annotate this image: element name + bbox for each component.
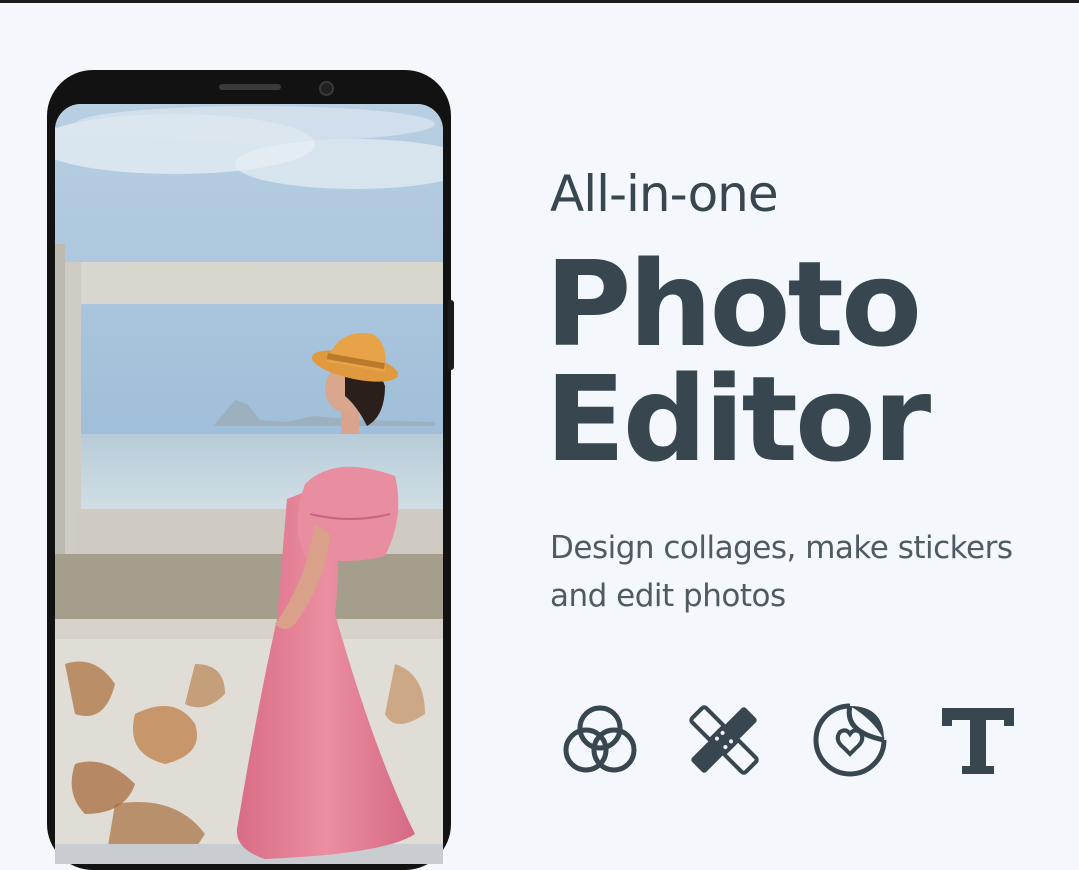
phone-camera [319,81,334,96]
title-line-photo: Photo [545,235,922,373]
title-line-editor: Editor [545,350,931,488]
subtitle-line-2: and edit photos [550,578,786,614]
sticker-heart-icon [813,703,887,777]
woman-in-pink-dress-photo [55,104,443,864]
phone-mockup [47,70,451,870]
phone-side-button [448,300,454,370]
text-t-icon [942,708,1014,774]
subtitle: Design collages, make stickers and edit … [550,524,1020,620]
top-border [0,0,1079,3]
phone-screen [55,104,443,864]
bandage-heal-icon [689,705,759,775]
phone-speaker [219,84,281,90]
tagline: All-in-one [550,165,779,223]
subtitle-line-1: Design collages, make stickers [550,530,1013,566]
feature-icons [560,700,1020,780]
overlapping-circles-icon [563,705,637,773]
